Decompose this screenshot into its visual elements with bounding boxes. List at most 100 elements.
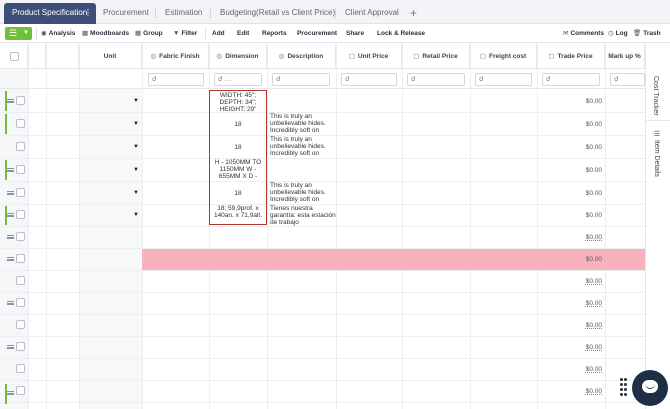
lock-release-button[interactable]: Lock & Release [377, 24, 425, 43]
group-button[interactable]: ▦ Group [135, 24, 163, 43]
edit-button[interactable]: Edit [237, 24, 249, 43]
unit-dropdown-icon[interactable]: ▼ [133, 121, 139, 127]
column-header-description[interactable]: ◎ Description [267, 44, 336, 69]
markup-search-input[interactable]: ☌ [610, 73, 645, 86]
drag-handle-icon[interactable] [7, 391, 14, 395]
reports-button[interactable]: Reports [262, 24, 287, 43]
unit-price-search-input[interactable]: ☌ [341, 73, 397, 86]
trade-price-search-input[interactable]: ☌ [542, 73, 600, 86]
item-details-tab[interactable]: ☰ Item Details [652, 130, 660, 177]
unit-dropdown-icon[interactable]: ▼ [133, 98, 139, 104]
freight-cost-search-input[interactable]: ☌ [475, 73, 532, 86]
row-checkbox[interactable] [16, 254, 25, 263]
row-checkbox[interactable] [16, 320, 25, 329]
filter-button[interactable]: ▼ Filter [173, 24, 197, 43]
row-checkbox[interactable] [16, 364, 25, 373]
cost-tracker-tab[interactable]: Cost Tracker [652, 76, 659, 116]
row-checkbox[interactable] [16, 96, 25, 105]
grip-dots-icon[interactable] [620, 378, 628, 398]
drag-handle-icon[interactable] [7, 168, 14, 172]
share-button[interactable]: Share [346, 24, 364, 43]
column-header-dimension[interactable]: ◎ Dimension [209, 44, 267, 69]
trade-price-cell[interactable]: $0.00 [560, 300, 602, 307]
row-checkbox[interactable] [16, 386, 25, 395]
tab-product-specification[interactable]: Product Specification ⋮ [4, 3, 96, 24]
drag-handle-icon[interactable] [7, 191, 14, 195]
eye-icon[interactable]: ◎ [217, 53, 223, 60]
more-vertical-icon[interactable]: ⋮ [84, 3, 92, 23]
trade-price-cell[interactable]: $0.00 [560, 256, 602, 263]
add-button[interactable]: Add [212, 24, 225, 43]
column-header-unit-price[interactable]: ▢ Unit Price [336, 44, 402, 69]
trade-price-cell[interactable]: $0.00 [560, 388, 602, 395]
tab-budgeting[interactable]: Budgeting(Retail vs Client Price) [220, 3, 335, 24]
description-cell[interactable]: Tienes nuestra garantía: esta estación d… [270, 205, 336, 226]
drag-handle-icon[interactable] [7, 235, 14, 239]
eye-icon[interactable]: ◎ [150, 53, 156, 60]
dimension-cell[interactable]: WIDTH: 45"; DEPTH: 34"; HEIGHT: 29" [210, 92, 266, 113]
calendar-icon[interactable]: ▢ [413, 53, 419, 60]
procurement-button[interactable]: Procurement [297, 24, 337, 43]
unit-dropdown-icon[interactable]: ▼ [133, 212, 139, 218]
dimension-search-input[interactable]: ☌ … [214, 73, 262, 86]
row-checkbox[interactable] [16, 142, 25, 151]
dimension-cell[interactable]: 18; 59,9prof. x 140an. x 71,9alt. [210, 205, 266, 226]
tab-procurement[interactable]: Procurement [103, 3, 149, 24]
row-checkbox[interactable] [16, 188, 25, 197]
trade-price-cell[interactable]: $0.00 [560, 98, 602, 105]
calendar-icon[interactable]: ▢ [480, 53, 486, 60]
column-header-trade-price[interactable]: ▢ Trade Price [537, 44, 605, 69]
trade-price-cell[interactable]: $0.00 [560, 366, 602, 373]
trade-price-cell[interactable]: $0.00 [560, 234, 602, 241]
comments-button[interactable]: ✉ Comments [563, 24, 604, 43]
row-checkbox[interactable] [16, 119, 25, 128]
select-all-checkbox[interactable] [10, 52, 19, 61]
trash-button[interactable]: 🗑 Trash [633, 24, 661, 43]
trade-price-cell[interactable]: $0.00 [560, 190, 602, 197]
log-button[interactable]: ◷ Log [608, 24, 628, 43]
drag-handle-icon[interactable] [7, 257, 14, 261]
eye-icon[interactable]: ◎ [279, 53, 285, 60]
unit-dropdown-icon[interactable]: ▼ [133, 167, 139, 173]
row-checkbox[interactable] [16, 342, 25, 351]
chat-bubble-icon[interactable] [632, 370, 668, 406]
column-header-unit[interactable]: Unit [79, 44, 142, 69]
row-checkbox[interactable] [16, 210, 25, 219]
add-tab-icon[interactable]: + [410, 3, 417, 23]
dimension-cell[interactable]: 18 [210, 121, 266, 128]
moodboards-button[interactable]: ▩ Moodboards [82, 24, 129, 43]
column-header-retail-price[interactable]: ▢ Retail Price [402, 44, 470, 69]
dimension-cell[interactable]: 18 [210, 190, 266, 197]
drag-handle-icon[interactable] [7, 99, 14, 103]
trade-price-cell[interactable]: $0.00 [560, 278, 602, 285]
description-cell[interactable]: This is truly an unbelievable hides. Inc… [270, 113, 336, 134]
dimension-cell[interactable]: H - 1050MM TO 1150MM W - 655MM X D - 655… [210, 159, 266, 180]
row-checkbox[interactable] [16, 232, 25, 241]
trade-price-cell[interactable]: $0.00 [560, 344, 602, 351]
unit-dropdown-icon[interactable]: ▼ [133, 190, 139, 196]
dimension-cell[interactable]: 18 [210, 144, 266, 151]
unit-dropdown-icon[interactable]: ▼ [133, 144, 139, 150]
tab-client-approval[interactable]: Client Approval [345, 3, 399, 24]
column-header-fabric-finish[interactable]: ◎ Fabric Finish [142, 44, 209, 69]
row-checkbox[interactable] [16, 165, 25, 174]
trade-price-cell[interactable]: $0.00 [560, 121, 602, 128]
description-cell[interactable]: This is truly an unbelievable hides. Inc… [270, 182, 336, 203]
description-cell[interactable]: This is truly an unbelievable hides. Inc… [270, 136, 336, 157]
description-search-input[interactable]: ☌ [272, 73, 330, 86]
drag-handle-icon[interactable] [7, 301, 14, 305]
trade-price-cell[interactable]: $0.00 [560, 144, 602, 151]
tab-estimation[interactable]: Estimation [165, 3, 202, 24]
row-checkbox[interactable] [16, 276, 25, 285]
menu-button[interactable]: ☰ ▼ [5, 27, 32, 40]
drag-handle-icon[interactable] [7, 345, 14, 349]
calendar-icon[interactable]: ▢ [548, 53, 554, 60]
analysis-button[interactable]: ◉ Analysis [41, 24, 75, 43]
calendar-icon[interactable]: ▢ [349, 53, 355, 60]
drag-handle-icon[interactable] [7, 213, 14, 217]
trade-price-cell[interactable]: $0.00 [560, 212, 602, 219]
fabric-search-input[interactable]: ☌ [148, 73, 204, 86]
retail-price-search-input[interactable]: ☌ [407, 73, 465, 86]
row-checkbox[interactable] [16, 298, 25, 307]
trade-price-cell[interactable]: $0.00 [560, 322, 602, 329]
